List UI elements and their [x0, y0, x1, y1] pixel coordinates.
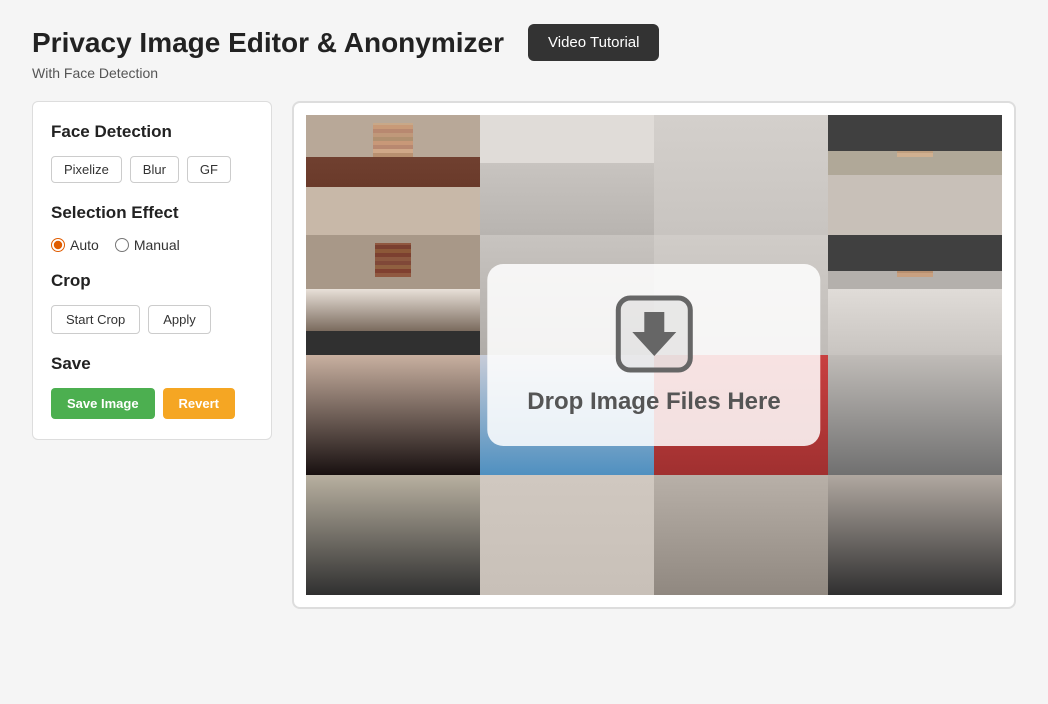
image-grid: [306, 115, 1002, 595]
grid-cell-9: [306, 355, 480, 475]
manual-radio-label[interactable]: Manual: [115, 237, 180, 253]
save-section: Save Save Image Revert: [51, 354, 253, 419]
grid-cell-11: [654, 355, 828, 475]
sidebar: Face Detection Pixelize Blur GF Selectio…: [32, 101, 272, 440]
grid-cell-5: [306, 235, 480, 355]
pixelize-button[interactable]: Pixelize: [51, 156, 122, 183]
revert-button[interactable]: Revert: [163, 388, 235, 419]
page-subtitle: With Face Detection: [32, 65, 1016, 81]
selection-effect-section: Selection Effect Auto Manual: [51, 203, 253, 253]
video-tutorial-button[interactable]: Video Tutorial: [528, 24, 659, 61]
save-image-button[interactable]: Save Image: [51, 388, 155, 419]
grid-cell-12: [828, 355, 1002, 475]
auto-radio-label[interactable]: Auto: [51, 237, 99, 253]
face-detection-buttons: Pixelize Blur GF: [51, 156, 253, 183]
selection-effect-radio-group: Auto Manual: [51, 237, 253, 253]
grid-cell-2: [480, 115, 654, 235]
grid-cell-13: [306, 475, 480, 595]
apply-button[interactable]: Apply: [148, 305, 211, 334]
grid-cell-15: [654, 475, 828, 595]
grid-cell-8: [828, 235, 1002, 355]
grid-cell-3: [654, 115, 828, 235]
face-detection-title: Face Detection: [51, 122, 253, 142]
page-title: Privacy Image Editor & Anonymizer: [32, 27, 504, 59]
grid-cell-16: [828, 475, 1002, 595]
start-crop-button[interactable]: Start Crop: [51, 305, 140, 334]
save-buttons: Save Image Revert: [51, 388, 253, 419]
save-title: Save: [51, 354, 253, 374]
auto-label: Auto: [70, 237, 99, 253]
grid-cell-1: [306, 115, 480, 235]
manual-label: Manual: [134, 237, 180, 253]
drop-zone[interactable]: Drop Image Files Here: [292, 101, 1016, 609]
selection-effect-title: Selection Effect: [51, 203, 253, 223]
grid-cell-10: [480, 355, 654, 475]
crop-buttons: Start Crop Apply: [51, 305, 253, 334]
grid-cell-7: [654, 235, 828, 355]
gf-button[interactable]: GF: [187, 156, 231, 183]
grid-cell-6: [480, 235, 654, 355]
grid-cell-4: [828, 115, 1002, 235]
crop-title: Crop: [51, 271, 253, 291]
auto-radio[interactable]: [51, 238, 65, 252]
crop-section: Crop Start Crop Apply: [51, 271, 253, 334]
blur-button[interactable]: Blur: [130, 156, 179, 183]
face-detection-section: Face Detection Pixelize Blur GF: [51, 122, 253, 183]
grid-cell-14: [480, 475, 654, 595]
manual-radio[interactable]: [115, 238, 129, 252]
